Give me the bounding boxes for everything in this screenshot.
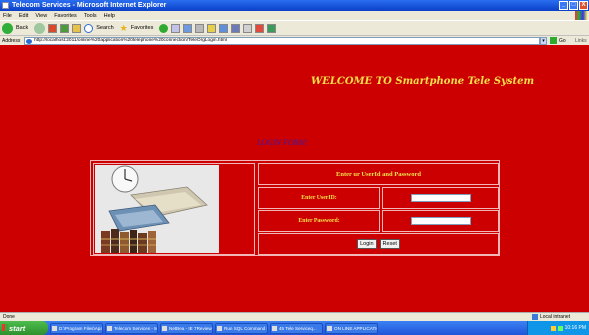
stop-icon[interactable] <box>48 23 58 33</box>
userid-label: Enter UserID: <box>258 187 380 209</box>
login-button[interactable]: Login <box>357 239 377 249</box>
status-text: Done <box>3 314 15 320</box>
password-input[interactable] <box>410 217 471 225</box>
toolbar: Back Search ★ Favorites <box>0 20 589 35</box>
taskbar-item[interactable]: NetBea - IE 7Reviews <box>160 322 213 334</box>
maximize-button[interactable]: □ <box>569 1 578 10</box>
taskbar-item[interactable]: Run SQL Command Line <box>215 322 268 334</box>
tools-icon[interactable] <box>243 23 253 33</box>
form-header: Enter ur UserId and Password <box>258 163 499 185</box>
start-label: start <box>9 323 26 333</box>
reset-button[interactable]: Reset <box>379 239 400 249</box>
taskbar: start D:\Program Files\Apa... Telecom Se… <box>0 321 589 335</box>
search-icon[interactable] <box>84 23 94 33</box>
ie-icon <box>2 2 9 9</box>
favorites-label[interactable]: Favorites <box>131 25 154 31</box>
close-button[interactable]: X <box>579 1 588 10</box>
userid-input[interactable] <box>410 194 471 202</box>
home-icon[interactable] <box>72 23 82 33</box>
address-label: Address <box>2 37 21 44</box>
status-bar: Done Local intranet <box>0 312 589 321</box>
messenger-icon[interactable] <box>219 23 229 33</box>
go-button[interactable]: Go <box>550 37 566 44</box>
menu-bar: File Edit View Favorites Tools Help <box>0 11 589 20</box>
address-url: http://localhost:2011/online%20applicati… <box>34 38 227 43</box>
windows-flag-icon <box>2 324 8 331</box>
print-icon[interactable] <box>195 23 205 33</box>
forward-arrow-icon[interactable] <box>34 22 46 34</box>
back-label[interactable]: Back <box>16 25 28 31</box>
login-form-heading: LOGIN FORM: <box>257 138 308 147</box>
password-label: Enter Password: <box>258 210 380 232</box>
userid-cell <box>382 187 499 209</box>
flag-icon[interactable] <box>255 23 265 33</box>
telephone-image <box>95 165 219 253</box>
clock: 10:16 PM <box>564 325 586 331</box>
links-button[interactable]: Links <box>575 38 587 44</box>
tray-icon[interactable] <box>550 325 556 331</box>
folder-icon[interactable] <box>207 23 217 33</box>
start-button[interactable]: start <box>0 321 48 335</box>
zone-label: Local intranet <box>540 314 571 320</box>
go-label: Go <box>559 37 566 44</box>
page-icon <box>26 39 32 44</box>
minimize-button[interactable]: _ <box>559 1 568 10</box>
refresh-icon[interactable] <box>60 23 70 33</box>
address-dropdown[interactable]: ▾ <box>540 37 547 45</box>
search-label[interactable]: Search <box>96 25 113 31</box>
image-cell <box>93 163 255 255</box>
taskbar-item[interactable]: 45 Tele Serviceq... <box>270 322 323 334</box>
extension-icon[interactable] <box>267 23 277 33</box>
window-controls: _ □ X <box>559 1 588 10</box>
menu-help[interactable]: Help <box>104 13 115 19</box>
password-cell <box>382 210 499 232</box>
welcome-heading: WELCOME TO Smartphone Tele System <box>311 76 535 87</box>
page-content: WELCOME TO Smartphone Tele System LOGIN … <box>0 45 589 312</box>
favorites-star-icon[interactable]: ★ <box>120 23 128 34</box>
intranet-icon <box>532 314 538 320</box>
research-icon[interactable] <box>231 23 241 33</box>
media-icon[interactable] <box>159 23 169 33</box>
tray-icon[interactable] <box>557 325 563 331</box>
address-bar: Address http://localhost:2011/online%20a… <box>0 35 589 45</box>
menu-favorites[interactable]: Favorites <box>54 13 77 19</box>
menu-edit[interactable]: Edit <box>19 13 28 19</box>
buttons-cell: Login Reset <box>258 233 499 255</box>
back-arrow-icon[interactable] <box>2 22 13 34</box>
go-arrow-icon <box>550 37 557 44</box>
title-bar: Telecom Services - Microsoft Internet Ex… <box>0 0 589 11</box>
address-input[interactable]: http://localhost:2011/online%20applicati… <box>24 37 540 45</box>
menu-tools[interactable]: Tools <box>84 13 97 19</box>
taskbar-item[interactable]: Telecom Services - Mi... <box>105 322 158 334</box>
taskbar-item[interactable]: ON LINE APPLICATIO... <box>325 322 378 334</box>
taskbar-item[interactable]: D:\Program Files\Apa... <box>50 322 103 334</box>
mail-icon[interactable] <box>183 23 193 33</box>
login-table: Enter ur UserId and Password Enter UserI… <box>90 160 500 256</box>
menu-view[interactable]: View <box>35 13 47 19</box>
windows-logo-icon <box>575 11 587 20</box>
window-title: Telecom Services - Microsoft Internet Ex… <box>12 2 167 9</box>
system-tray: 10:16 PM <box>527 321 589 335</box>
menu-file[interactable]: File <box>3 13 12 19</box>
history-icon[interactable] <box>171 23 181 33</box>
security-zone: Local intranet <box>532 314 570 320</box>
